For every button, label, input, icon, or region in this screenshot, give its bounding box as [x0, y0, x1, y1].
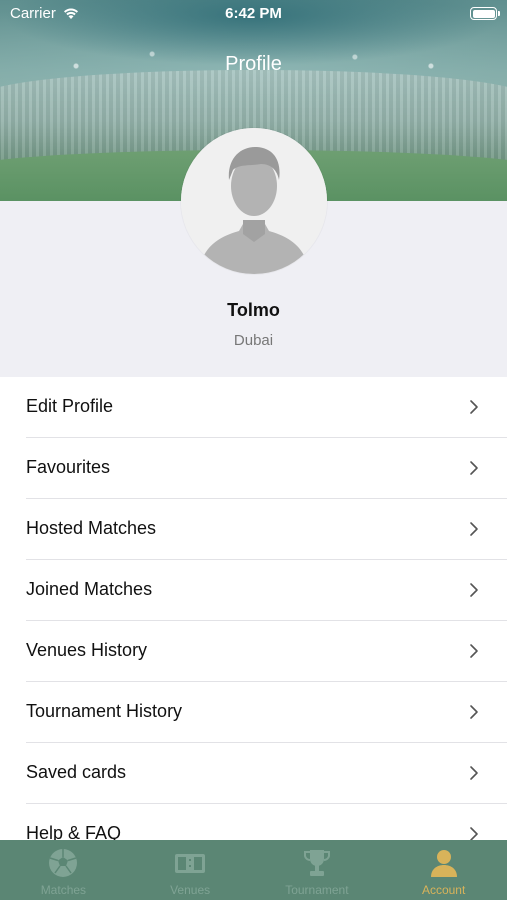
battery-icon	[470, 7, 500, 20]
tab-bar: Matches Venues Tournament Account	[0, 840, 507, 900]
tab-label: Tournament	[285, 883, 349, 897]
chevron-right-icon	[470, 522, 478, 536]
chevron-right-icon	[470, 827, 478, 840]
menu-item-saved-cards[interactable]: Saved cards	[0, 743, 507, 804]
trophy-icon	[303, 850, 330, 876]
menu-item-help-faq[interactable]: Help & FAQ	[0, 804, 507, 840]
menu-item-venues-history[interactable]: Venues History	[0, 621, 507, 682]
tab-label: Matches	[40, 883, 87, 897]
chevron-right-icon	[470, 583, 478, 597]
chevron-right-icon	[470, 766, 478, 780]
menu-item-label: Saved cards	[26, 762, 127, 782]
chevron-right-icon	[470, 705, 478, 719]
menu-item-label: Joined Matches	[26, 579, 153, 599]
menu-item-label: Venues History	[26, 640, 148, 660]
tab-tournament[interactable]: Tournament	[254, 840, 381, 900]
tab-label: Venues	[170, 883, 211, 897]
page-title: Profile	[225, 53, 282, 75]
user-silhouette-icon	[181, 128, 327, 274]
menu-item-label: Tournament History	[26, 701, 183, 721]
menu-item-joined-matches[interactable]: Joined Matches	[0, 560, 507, 621]
menu-item-edit-profile[interactable]: Edit Profile	[0, 377, 507, 438]
chevron-right-icon	[470, 644, 478, 658]
chevron-right-icon	[470, 400, 478, 414]
menu-item-label: Favourites	[26, 457, 111, 477]
scoreboard-icon	[175, 854, 206, 873]
user-icon	[430, 850, 457, 877]
menu-item-label: Hosted Matches	[26, 518, 157, 538]
clock: 6:42 PM	[225, 5, 282, 22]
account-menu: Edit Profile Favourites Hosted Matches J…	[0, 377, 507, 840]
soccer-ball-icon	[49, 849, 78, 877]
menu-item-tournament-history[interactable]: Tournament History	[0, 682, 507, 743]
profile-name: Tolmo	[227, 300, 280, 320]
chevron-right-icon	[470, 461, 478, 475]
status-bar: Carrier 6:42 PM	[0, 0, 507, 28]
profile-location: Dubai	[233, 332, 274, 349]
menu-item-label: Edit Profile	[26, 396, 114, 416]
avatar[interactable]	[181, 128, 327, 274]
menu-item-hosted-matches[interactable]: Hosted Matches	[0, 499, 507, 560]
tab-venues[interactable]: Venues	[127, 840, 254, 900]
menu-item-label: Help & FAQ	[26, 823, 122, 840]
menu-item-favourites[interactable]: Favourites	[0, 438, 507, 499]
tab-matches[interactable]: Matches	[0, 840, 127, 900]
tab-label: Account	[421, 883, 466, 897]
tab-account[interactable]: Account	[380, 840, 507, 900]
